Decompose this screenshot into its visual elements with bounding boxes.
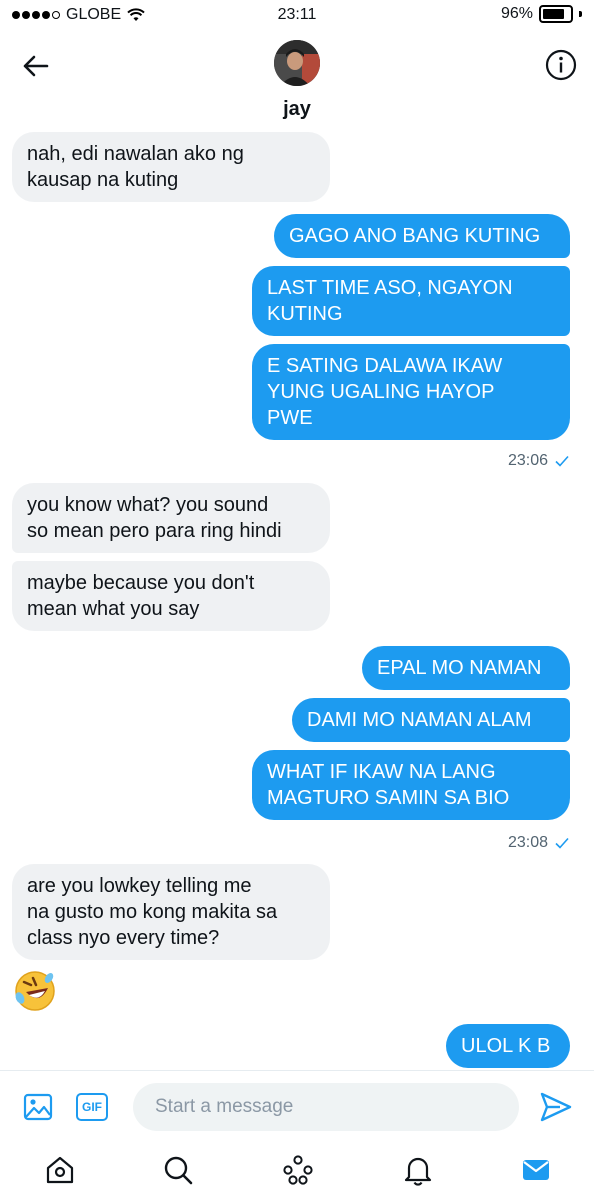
message-bubble-incoming[interactable]: are you lowkey telling me na gusto mo ko… xyxy=(12,864,330,960)
contact-avatar[interactable] xyxy=(274,40,320,86)
checkmark-icon xyxy=(555,455,569,467)
message-bubble-outgoing[interactable]: WHAT IF IKAW NA LANG MAGTURO SAMIN SA BI… xyxy=(252,750,570,820)
info-icon[interactable] xyxy=(544,48,578,82)
message-bubble-outgoing[interactable]: E SATING DALAWA IKAW YUNG UGALING HAYOP … xyxy=(252,344,570,440)
message-bubble-incoming[interactable]: you know what? you sound so mean pero pa… xyxy=(12,483,330,553)
bottom-navigation xyxy=(0,1142,594,1200)
back-arrow-icon[interactable] xyxy=(18,48,54,84)
conversation-header: jay xyxy=(0,32,594,124)
search-icon[interactable] xyxy=(162,1154,194,1186)
message-bubble-incoming[interactable]: nah, edi nawalan ako ng kausap na kuting xyxy=(12,132,330,202)
message-timestamp: 23:08 xyxy=(508,834,570,852)
message-timestamp: 23:06 xyxy=(508,452,570,470)
battery-icon xyxy=(539,5,573,23)
checkmark-icon xyxy=(555,837,569,849)
message-bubble-outgoing[interactable]: DAMI MO NAMAN ALAM xyxy=(292,698,570,742)
contact-name[interactable]: jay xyxy=(0,98,594,121)
timestamp-text: 23:08 xyxy=(507,834,548,851)
send-icon[interactable] xyxy=(538,1089,574,1125)
notifications-icon[interactable] xyxy=(402,1154,434,1186)
message-bubble-outgoing[interactable]: EPAL MO NAMAN xyxy=(362,646,570,690)
gif-button[interactable]: GIF xyxy=(76,1093,108,1121)
timestamp-text: 23:06 xyxy=(507,452,548,469)
message-input[interactable] xyxy=(133,1083,519,1131)
message-bubble-outgoing[interactable]: ULOL K B xyxy=(446,1024,570,1068)
compose-bar: GIF xyxy=(0,1070,594,1143)
image-icon[interactable] xyxy=(22,1091,54,1123)
messages-icon[interactable] xyxy=(520,1154,552,1186)
message-bubble-outgoing[interactable]: GAGO ANO BANG KUTING xyxy=(274,214,570,258)
message-thread[interactable]: nah, edi nawalan ako ng kausap na kuting… xyxy=(0,124,594,1070)
spaces-icon[interactable] xyxy=(282,1154,314,1186)
battery-percent: 96% xyxy=(500,5,533,22)
home-icon[interactable] xyxy=(44,1154,76,1186)
status-bar: GLOBE 23:11 96% xyxy=(0,0,594,32)
message-bubble-incoming[interactable]: maybe because you don't mean what you sa… xyxy=(12,561,330,631)
rolling-on-floor-laughing-emoji[interactable] xyxy=(12,968,58,1014)
status-right: 96% xyxy=(501,5,582,23)
message-bubble-outgoing[interactable]: LAST TIME ASO, NGAYON KUTING xyxy=(252,266,570,336)
battery-cap xyxy=(579,11,582,17)
